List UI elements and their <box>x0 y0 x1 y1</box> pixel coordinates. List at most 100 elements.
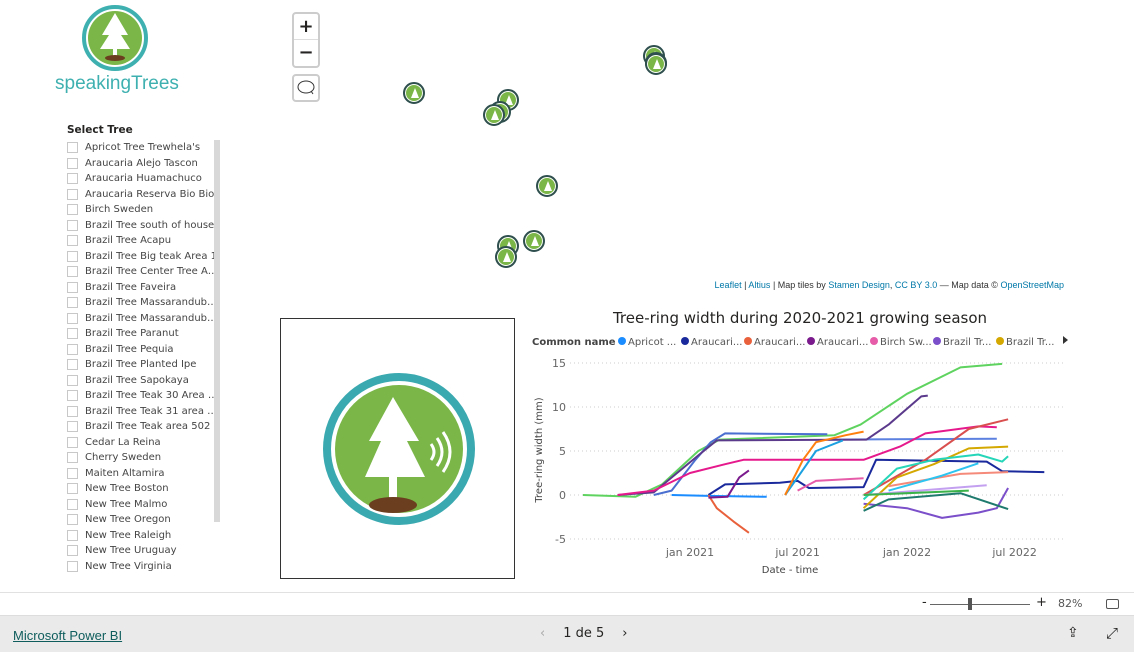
power-bi-link[interactable]: Microsoft Power BI <box>13 628 122 643</box>
checkbox[interactable] <box>67 359 78 371</box>
zoom-out-button[interactable]: - <box>922 595 927 610</box>
slicer-item[interactable]: Brazil Tree Teak area 502 <box>67 419 219 435</box>
slicer-item[interactable]: Araucaria Huamachuco <box>67 171 219 187</box>
slicer-item[interactable]: Brazil Tree Faveira <box>67 280 219 296</box>
slicer-item[interactable]: Brazil Tree Pequia <box>67 342 219 358</box>
slicer-item[interactable]: Cedar La Reina <box>67 435 219 451</box>
zoom-in-button[interactable]: + <box>1036 595 1047 610</box>
tree-logo-large-icon <box>323 373 475 525</box>
zoom-slider-thumb[interactable] <box>968 598 972 610</box>
lasso-select-button[interactable] <box>292 74 320 102</box>
slicer-item[interactable]: Brazil Tree Massaranduba ... <box>67 311 219 327</box>
slicer-item[interactable]: Brazil Tree Planted Ipe <box>67 357 219 373</box>
slicer-item[interactable]: New Tree Raleigh <box>67 528 219 544</box>
slicer-item[interactable]: Brazil Tree Center Tree Are... <box>67 264 219 280</box>
checkbox[interactable] <box>67 204 78 216</box>
tree-map-marker[interactable] <box>403 82 425 104</box>
checkbox[interactable] <box>67 452 78 464</box>
leaflet-link[interactable]: Leaflet <box>715 280 742 290</box>
slicer-item-label: Cedar La Reina <box>85 436 161 448</box>
checkbox[interactable] <box>67 281 78 293</box>
checkbox[interactable] <box>67 421 78 433</box>
slicer-item[interactable]: New Tree Boston <box>67 481 219 497</box>
x-tick-label: jul 2022 <box>991 546 1037 559</box>
slicer-item[interactable]: New Tree Virginia <box>67 559 219 575</box>
checkbox[interactable] <box>67 235 78 247</box>
checkbox[interactable] <box>67 328 78 340</box>
legend-entry: Birch Sw... <box>880 337 932 348</box>
checkbox[interactable] <box>67 297 78 309</box>
checkbox[interactable] <box>67 483 78 495</box>
checkbox[interactable] <box>67 343 78 355</box>
tree-map-marker[interactable] <box>523 230 545 252</box>
slicer-item-label: Cherry Sweden <box>85 452 162 464</box>
checkbox[interactable] <box>67 219 78 231</box>
slicer-item-label: New Tree Raleigh <box>85 529 172 541</box>
slicer-item[interactable]: Brazil Tree south of house <box>67 218 219 234</box>
slicer-item-label: Brazil Tree Paranut <box>85 328 179 340</box>
osm-link[interactable]: OpenStreetMap <box>1000 280 1064 290</box>
checkbox[interactable] <box>67 142 78 154</box>
checkbox[interactable] <box>67 374 78 386</box>
previous-page-chevron-icon[interactable]: ‹ <box>540 626 545 641</box>
tree-image-panel <box>280 318 515 579</box>
slicer-item[interactable]: New Tree Uruguay <box>67 543 219 559</box>
checkbox[interactable] <box>67 157 78 169</box>
slicer-scrollbar[interactable] <box>214 140 220 522</box>
tree-map-marker[interactable] <box>536 175 558 197</box>
y-tick-label: -5 <box>555 533 566 546</box>
checkbox[interactable] <box>67 188 78 200</box>
checkbox[interactable] <box>67 529 78 541</box>
legend-title: Common name <box>532 337 616 348</box>
tree-map-marker[interactable] <box>495 246 517 268</box>
checkbox[interactable] <box>67 390 78 402</box>
slicer-item[interactable]: New Tree Oregon <box>67 512 219 528</box>
page-indicator: 1 de 5 <box>563 626 605 641</box>
legend-next-arrow-icon[interactable] <box>1063 336 1068 344</box>
checkbox[interactable] <box>67 312 78 324</box>
checkbox[interactable] <box>67 498 78 510</box>
slicer-item[interactable]: Araucaria Reserva Bio Bio <box>67 187 219 203</box>
y-tick-label: 0 <box>559 489 566 502</box>
map-zoom-out-button[interactable]: − <box>294 40 318 66</box>
checkbox[interactable] <box>67 560 78 572</box>
slicer-item[interactable]: Brazil Tree Massaranduba ... <box>67 295 219 311</box>
slicer-item[interactable]: Apricot Tree Trewhela's <box>67 140 219 156</box>
fit-to-page-icon[interactable] <box>1106 599 1119 609</box>
slicer-item[interactable]: Birch Sweden <box>67 202 219 218</box>
map-zoom-in-button[interactable]: + <box>294 14 318 40</box>
slicer-item[interactable]: Brazil Tree Paranut <box>67 326 219 342</box>
slicer-item-label: Brazil Tree Faveira <box>85 281 177 293</box>
fullscreen-icon[interactable]: ⤢ <box>1106 624 1118 642</box>
next-page-chevron-icon[interactable]: › <box>622 626 627 641</box>
checkbox[interactable] <box>67 545 78 557</box>
slicer-item[interactable]: Brazil Tree Teak 30 Area 101 <box>67 388 219 404</box>
checkbox[interactable] <box>67 266 78 278</box>
slicer-item[interactable]: Maiten Altamira <box>67 466 219 482</box>
slicer-item-label: Brazil Tree Sapokaya <box>85 374 189 386</box>
slicer-item[interactable]: New Tree Malmo <box>67 497 219 513</box>
altius-link[interactable]: Altius <box>748 280 770 290</box>
legend-entry: Araucari... <box>817 337 868 348</box>
checkbox[interactable] <box>67 173 78 185</box>
checkbox[interactable] <box>67 467 78 479</box>
tree-map-marker[interactable] <box>645 53 667 75</box>
stamen-link[interactable]: Stamen Design <box>828 280 890 290</box>
slicer-item[interactable]: Brazil Tree Big teak Area 1 <box>67 249 219 265</box>
checkbox[interactable] <box>67 250 78 262</box>
slicer-item[interactable]: Cherry Sweden <box>67 450 219 466</box>
checkbox[interactable] <box>67 436 78 448</box>
zoom-slider[interactable] <box>930 604 1030 605</box>
slicer-item-label: Maiten Altamira <box>85 467 165 479</box>
checkbox[interactable] <box>67 405 78 417</box>
slicer-item[interactable]: Brazil Tree Teak 31 area 101 <box>67 404 219 420</box>
select-tree-slicer: Select Tree Apricot Tree Trewhela's Arauc… <box>67 124 227 574</box>
slicer-item[interactable]: Brazil Tree Sapokaya <box>67 373 219 389</box>
tree-map-marker[interactable] <box>483 104 505 126</box>
cc-link[interactable]: CC BY 3.0 <box>895 280 937 290</box>
slicer-item[interactable]: Araucaria Alejo Tascon <box>67 156 219 172</box>
slicer-item-label: Brazil Tree Teak area 502 <box>85 421 211 433</box>
slicer-item[interactable]: Brazil Tree Acapu <box>67 233 219 249</box>
checkbox[interactable] <box>67 514 78 526</box>
share-icon[interactable]: ⇪ <box>1067 625 1079 641</box>
